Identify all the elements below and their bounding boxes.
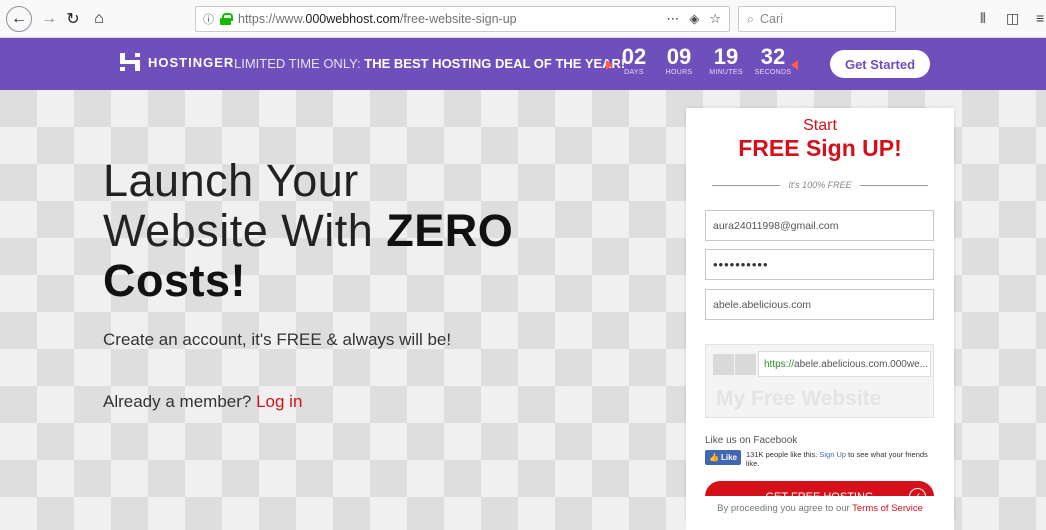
email-field[interactable]: aura24011998@gmail.com: [705, 210, 934, 241]
promo-text: LIMITED TIME ONLY: THE BEST HOSTING DEAL…: [234, 56, 625, 71]
preview-placeholder-box: [735, 354, 756, 375]
sidebar-icon[interactable]: ◫: [1006, 10, 1019, 27]
signup-title: FREE Sign UP!: [738, 135, 902, 161]
pocket-icon[interactable]: ◈: [689, 11, 699, 27]
promo-bold: THE BEST HOSTING DEAL OF THE YEAR!: [364, 56, 626, 71]
menu-icon[interactable]: ≡: [1036, 10, 1044, 26]
hero-subhead: Create an account, it's FREE & always wi…: [103, 330, 452, 349]
url-domain: 000webhost.com: [305, 12, 400, 26]
terms-of-service-link[interactable]: Terms of Service: [852, 503, 923, 514]
countdown-label: SECONDS: [754, 69, 792, 76]
hostinger-h-icon: [120, 53, 140, 71]
countdown-hours: 09 HOURS: [661, 44, 697, 77]
bookmark-star-icon[interactable]: ☆: [709, 11, 721, 27]
search-bar[interactable]: ⌕ Cari: [738, 6, 896, 32]
website-name-field[interactable]: abele.abelicious.com: [705, 289, 934, 320]
arrow-right-icon: [606, 60, 613, 70]
countdown-value: 09: [666, 44, 692, 69]
headline-line-1: Launch Your: [103, 155, 359, 206]
facebook-like-button[interactable]: 👍 Like: [705, 450, 741, 465]
countdown-days: 02 DAYS: [619, 44, 649, 77]
back-button[interactable]: ←: [6, 6, 32, 32]
headline-costs: Costs!: [103, 255, 247, 306]
headline-line-3: Costs!: [103, 256, 513, 306]
headline-zero: ZERO: [386, 205, 514, 256]
more-actions-icon[interactable]: ⋯: [666, 11, 679, 27]
forward-button[interactable]: →: [36, 6, 62, 32]
signup-card: Start FREE Sign UP! It's 100% FREE aura2…: [686, 108, 954, 520]
search-placeholder: Cari: [760, 12, 783, 26]
countdown-label: MINUTES: [709, 69, 743, 76]
login-link[interactable]: Log in: [256, 392, 302, 411]
preview-ghost-title: My Free Website: [716, 387, 882, 410]
library-icon[interactable]: ⫴: [980, 10, 986, 27]
home-button[interactable]: ⌂: [86, 6, 112, 32]
url-prefix: https://www.: [238, 12, 306, 26]
arrow-right-icon: →: [41, 10, 57, 27]
fb-text-1: 131K people like this.: [746, 450, 820, 459]
countdown-label: DAYS: [624, 69, 644, 76]
address-bar[interactable]: ⓘ https://www.000webhost.com/free-websit…: [195, 6, 730, 32]
member-prompt: Already a member? Log in: [103, 392, 302, 412]
preview-url: https://abele.abelicious.com.000we...: [758, 351, 931, 377]
countdown-minutes: 19 MINUTES: [706, 44, 746, 77]
countdown-value: 32: [760, 44, 786, 69]
brand-name: HOSTINGER: [148, 54, 235, 70]
arrow-left-icon: [791, 60, 798, 70]
reload-button[interactable]: ↻: [60, 6, 86, 32]
url-actions: ⋯ ◈ ☆: [666, 11, 721, 27]
browser-toolbar: ← → ↻ ⌂ ⓘ https://www.000webhost.com/fre…: [0, 0, 1046, 38]
info-icon[interactable]: ⓘ: [203, 11, 214, 27]
facebook-signup-link[interactable]: Sign Up: [819, 450, 846, 459]
signup-tagline: It's 100% FREE: [788, 180, 852, 190]
arrow-left-icon: ←: [11, 10, 27, 27]
reload-icon: ↻: [66, 11, 80, 28]
preview-url-scheme: https://: [764, 358, 795, 370]
facebook-like-text: 131K people like this. Sign Up to see wh…: [746, 450, 936, 468]
home-icon: ⌂: [94, 10, 104, 27]
headline-line-2: Website With ZERO: [103, 206, 513, 256]
countdown-value: 02: [621, 44, 647, 69]
countdown-seconds: 32 SECONDS: [753, 44, 793, 77]
like-label: Like: [720, 453, 737, 462]
preview-url-rest: abele.abelicious.com.000we...: [794, 358, 928, 370]
lock-icon[interactable]: [220, 13, 233, 25]
countdown-label: HOURS: [665, 69, 693, 76]
hero-headline: Launch Your Website With ZERO Costs!: [103, 156, 513, 306]
facebook-title: Like us on Facebook: [705, 435, 798, 446]
countdown-value: 19: [713, 44, 739, 69]
website-preview: https://abele.abelicious.com.000we... My…: [705, 344, 934, 418]
member-text: Already a member?: [103, 392, 257, 411]
url-text: https://www.000webhost.com/free-website-…: [238, 12, 517, 26]
url-path: /free-website-sign-up: [399, 12, 517, 26]
signup-start-label: Start: [803, 117, 837, 134]
thumbs-up-icon: 👍: [709, 453, 719, 462]
headline-line-2-text: Website With: [103, 205, 387, 256]
password-field[interactable]: ••••••••••: [705, 249, 934, 280]
terms-prefix: By proceeding you agree to our: [717, 503, 853, 514]
tagline-divider: It's 100% FREE: [712, 180, 928, 190]
search-icon: ⌕: [747, 11, 755, 26]
preview-placeholder-box: [713, 354, 734, 375]
get-started-button[interactable]: Get Started: [830, 50, 930, 78]
hero-section: Launch Your Website With ZERO Costs! Cre…: [0, 90, 1046, 530]
promo-banner: HOSTINGER LIMITED TIME ONLY: THE BEST HO…: [0, 38, 1046, 90]
terms-text: By proceeding you agree to our Terms of …: [686, 503, 954, 514]
promo-prefix: LIMITED TIME ONLY:: [234, 56, 361, 71]
hostinger-logo[interactable]: HOSTINGER: [120, 53, 234, 71]
